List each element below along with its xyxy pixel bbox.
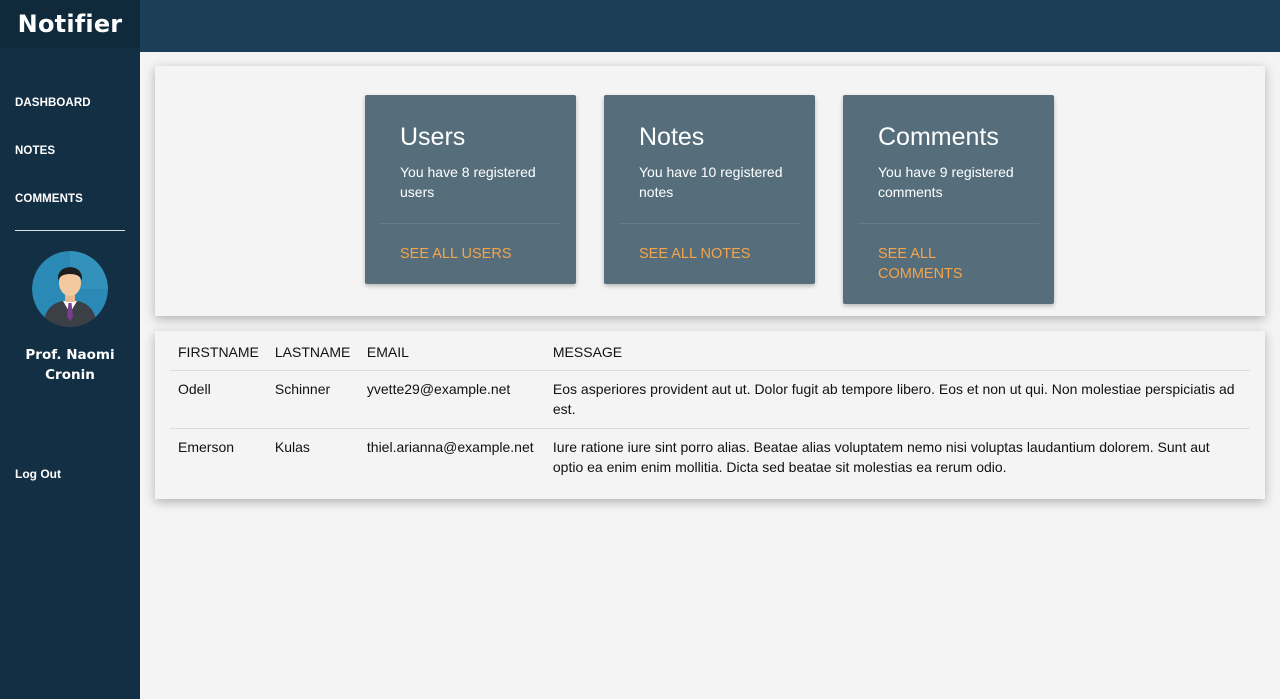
column-header-email: EMAIL bbox=[358, 336, 545, 371]
top-bar bbox=[140, 0, 1280, 52]
user-avatar-icon bbox=[32, 251, 108, 327]
avatar bbox=[32, 251, 108, 327]
sidebar-divider bbox=[15, 230, 125, 231]
column-header-message: MESSAGE bbox=[544, 336, 1250, 371]
user-name: Prof. Naomi Cronin bbox=[25, 347, 115, 383]
logout-link[interactable]: Log Out bbox=[15, 467, 61, 481]
see-all-users-link[interactable]: SEE ALL USERS bbox=[365, 224, 576, 284]
sidebar: Notifier DASHBOARD NOTES COMMENTS Prof. … bbox=[0, 0, 140, 699]
comments-table: FIRSTNAME LASTNAME EMAIL MESSAGE Odell S… bbox=[170, 336, 1250, 486]
avatar-container bbox=[0, 251, 140, 327]
table-row: Emerson Kulas thiel.arianna@example.net … bbox=[170, 429, 1250, 487]
cell-message: Iure ratione iure sint porro alias. Beat… bbox=[552, 439, 1210, 475]
cell-email: thiel.arianna@example.net bbox=[366, 439, 534, 455]
see-all-comments-link[interactable]: SEE ALL COMMENTS bbox=[843, 224, 1054, 304]
brand-logo[interactable]: Notifier bbox=[0, 0, 140, 48]
cell-message: Eos asperiores provident aut ut. Dolor f… bbox=[544, 370, 1250, 429]
comments-card: Comments You have 9 registered comments … bbox=[843, 95, 1054, 304]
column-header-firstname: FIRSTNAME bbox=[170, 336, 267, 371]
sidebar-nav: DASHBOARD NOTES COMMENTS bbox=[0, 92, 140, 236]
stats-panel: Users You have 8 registered users SEE AL… bbox=[155, 66, 1265, 316]
cell-lastname: Schinner bbox=[266, 370, 359, 429]
users-card-text: You have 8 registered users bbox=[400, 164, 536, 200]
comments-card-title: Comments bbox=[878, 123, 999, 151]
column-header-lastname: LASTNAME bbox=[266, 336, 359, 371]
notes-card: Notes You have 10 registered notes SEE A… bbox=[604, 95, 815, 284]
table-row: Odell Schinner yvette29@example.net Eos … bbox=[170, 370, 1250, 429]
users-card: Users You have 8 registered users SEE AL… bbox=[365, 95, 576, 284]
sidebar-item-comments[interactable]: COMMENTS bbox=[0, 188, 140, 236]
comments-table-panel: FIRSTNAME LASTNAME EMAIL MESSAGE Odell S… bbox=[155, 331, 1265, 499]
see-all-notes-link[interactable]: SEE ALL NOTES bbox=[604, 224, 815, 284]
sidebar-item-dashboard[interactable]: DASHBOARD bbox=[0, 92, 140, 140]
cell-email: yvette29@example.net bbox=[358, 370, 545, 429]
cell-firstname: Emerson bbox=[178, 439, 235, 455]
notes-card-title: Notes bbox=[639, 123, 705, 151]
table-header-row: FIRSTNAME LASTNAME EMAIL MESSAGE bbox=[170, 336, 1250, 371]
users-card-title: Users bbox=[400, 123, 466, 151]
cell-lastname: Kulas bbox=[274, 439, 310, 455]
sidebar-item-notes[interactable]: NOTES bbox=[0, 140, 140, 188]
notes-card-text: You have 10 registered notes bbox=[639, 164, 783, 200]
comments-card-text: You have 9 registered comments bbox=[878, 164, 1014, 200]
cell-firstname: Odell bbox=[170, 370, 267, 429]
